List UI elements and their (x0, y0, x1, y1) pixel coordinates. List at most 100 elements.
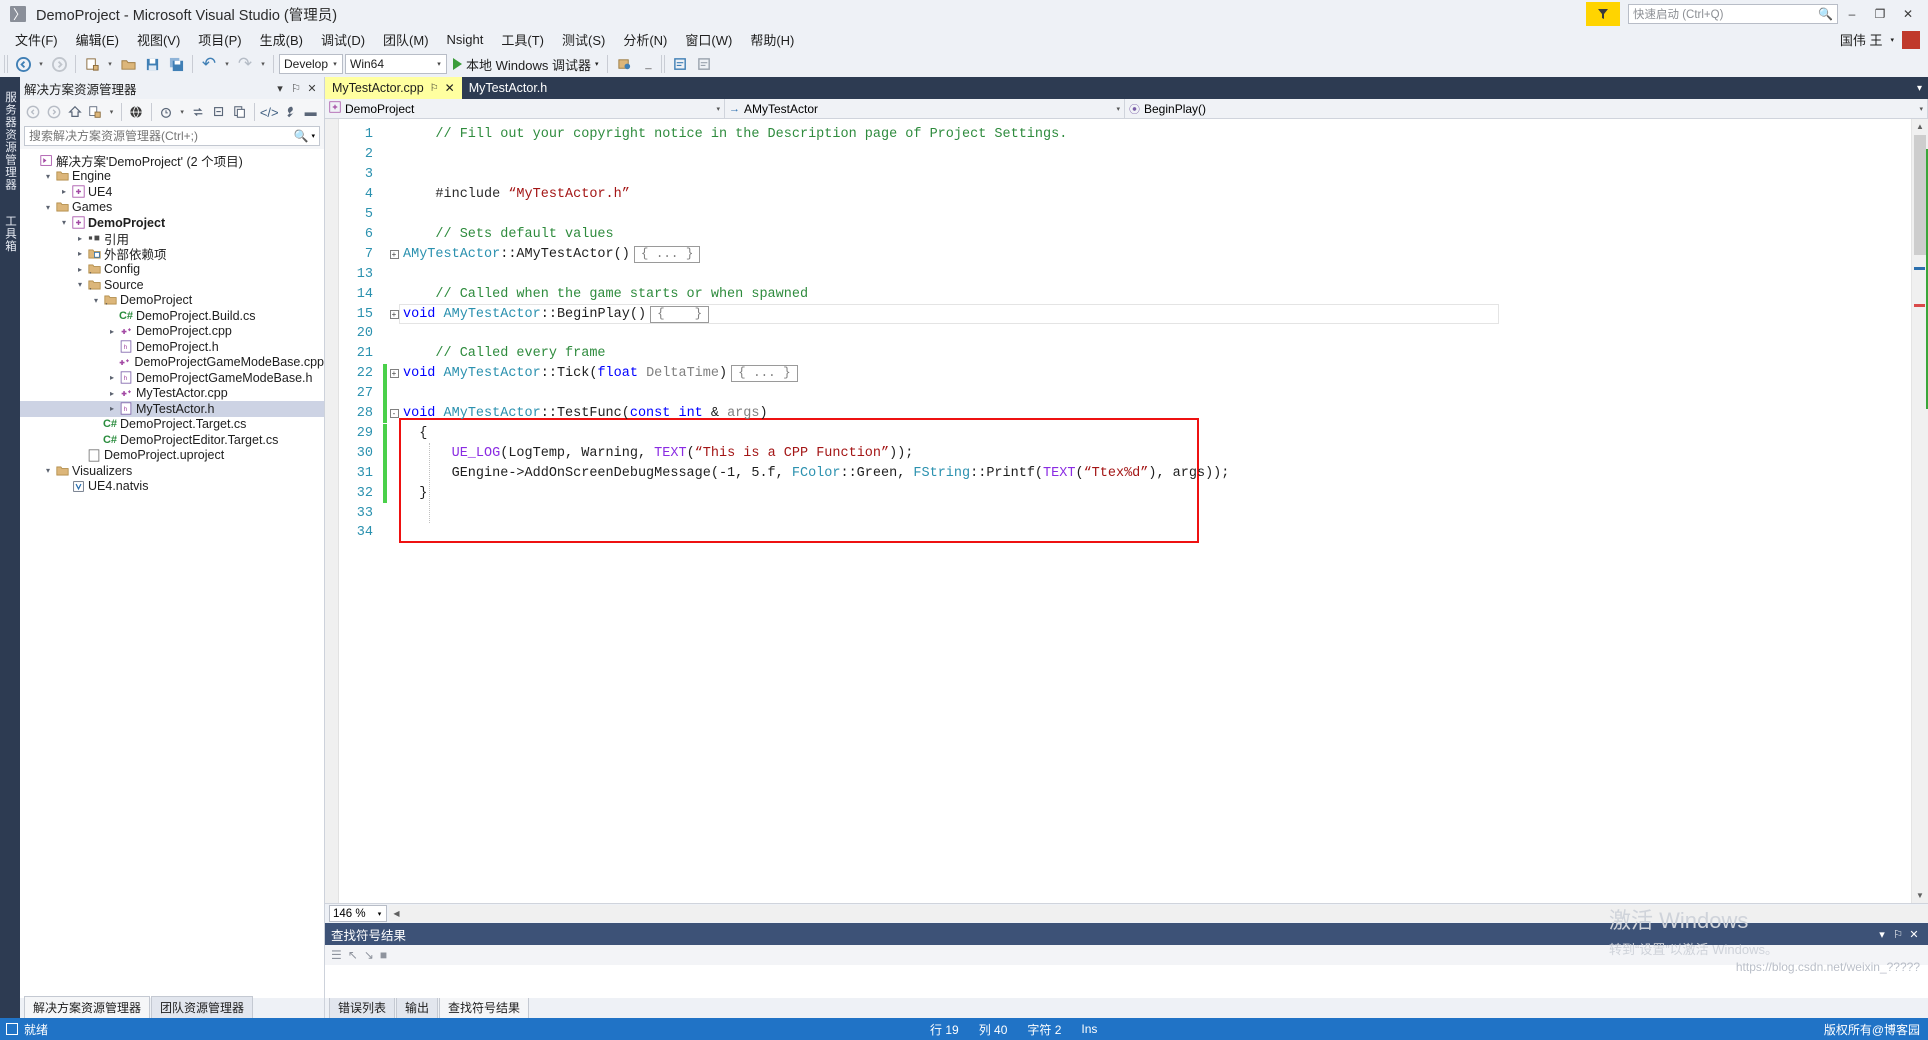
chevron-down-icon[interactable]: ▾ (311, 132, 315, 140)
list-icon[interactable]: ☰ (331, 948, 342, 962)
expander-open-icon[interactable]: ▾ (42, 172, 54, 181)
scroll-down-icon[interactable]: ▼ (1912, 888, 1928, 903)
scroll-up-icon[interactable]: ▲ (1912, 119, 1928, 134)
redo-dropdown-icon[interactable]: ▾ (258, 60, 268, 68)
tab-mytestactor-cpp[interactable]: MyTestActor.cpp ⚐ ✕ (325, 77, 462, 99)
navbar-member-dropdown[interactable]: ⦿ BeginPlay() ▾ (1125, 99, 1928, 118)
tree-item[interactable]: ▸ DemoProject.cpp (20, 324, 324, 340)
prev-result-icon[interactable]: ↖ (348, 948, 358, 962)
menu-tools[interactable]: 工具(T) (492, 28, 553, 51)
sync-with-active-document-icon[interactable] (86, 102, 105, 122)
tree-item[interactable]: h DemoProject.h (20, 339, 324, 355)
open-file-icon[interactable] (117, 53, 139, 75)
tree-item[interactable]: DemoProjectGameModeBase.cpp (20, 355, 324, 371)
tree-item[interactable]: ▾ Visualizers (20, 463, 324, 479)
expander-open-icon[interactable]: ▾ (42, 466, 54, 475)
code-line[interactable]: 22 + void AMyTestActor::Tick(float DeltaTi… (339, 363, 1911, 384)
expander-closed-icon[interactable]: ▸ (106, 373, 118, 382)
tree-item[interactable]: ▸ 引用 (20, 231, 324, 247)
expander-open-icon[interactable]: ▾ (42, 203, 54, 212)
pin-icon[interactable]: ⚐ (430, 83, 439, 94)
preview-icon[interactable]: ▬ (301, 102, 320, 122)
solution-tree[interactable]: 解决方案'DemoProject' (2 个项目) ▾ Engine ▸ UE4 ▾ Gam… (20, 149, 324, 998)
refresh-icon[interactable] (189, 102, 208, 122)
code-line[interactable]: 1 // Fill out your copyright notice in t… (339, 125, 1911, 145)
expander-closed-icon[interactable]: ▸ (74, 265, 86, 274)
tree-item[interactable]: ▸ 外部依赖项 (20, 246, 324, 262)
pending-changes-filter-icon[interactable] (157, 102, 176, 122)
expander-closed-icon[interactable]: ▸ (74, 234, 86, 243)
tab-mytestactor-h[interactable]: MyTestActor.h (461, 77, 555, 99)
code-line[interactable]: 2 (339, 145, 1911, 165)
magnifier-icon[interactable]: 🔍 (294, 129, 309, 143)
code-line[interactable]: 28 - void AMyTestActor::TestFunc(const int… (339, 403, 1911, 424)
menu-project[interactable]: 项目(P) (189, 28, 250, 51)
tree-item[interactable]: ▸ h MyTestActor.h (20, 401, 324, 417)
pin-icon[interactable]: ⚐ (1890, 928, 1906, 941)
close-icon[interactable]: ✕ (304, 82, 320, 95)
expander-closed-icon[interactable]: ▸ (106, 327, 118, 336)
code-line[interactable]: 4 #include “MyTestActor.h” (339, 185, 1911, 205)
code-surface[interactable]: 1 // Fill out your copyright notice in t… (339, 119, 1911, 903)
expander-open-icon[interactable]: ▾ (58, 218, 70, 227)
next-result-icon[interactable]: ↘ (364, 948, 374, 962)
server-explorer-vertical-tab[interactable]: 服务器资源管理器 (0, 85, 20, 197)
solution-platform-dropdown[interactable]: Win64 ▾ (345, 54, 447, 74)
close-button[interactable]: ✕ (1894, 1, 1922, 27)
tree-item[interactable]: ▾ DemoProject (20, 215, 324, 231)
navigate-backward-dropdown-icon[interactable]: ▾ (36, 60, 46, 68)
close-icon[interactable]: ✕ (1906, 928, 1922, 941)
tree-item[interactable]: ▸ Config (20, 262, 324, 278)
account-name[interactable]: 国伟 王 (1840, 30, 1883, 49)
menu-view[interactable]: 视图(V) (128, 28, 189, 51)
properties-wrench-icon[interactable] (281, 102, 300, 122)
navigate-forward-icon[interactable] (48, 53, 70, 75)
search-input[interactable] (29, 129, 294, 143)
attach-to-process-icon[interactable] (613, 53, 635, 75)
collapsed-region-box[interactable]: { ... } (633, 245, 701, 263)
code-line[interactable]: 5 (339, 205, 1911, 225)
expand-region-icon[interactable]: + (387, 369, 401, 379)
code-line[interactable]: 6 // Sets default values (339, 225, 1911, 245)
expander-closed-icon[interactable]: ▸ (106, 389, 118, 398)
code-line[interactable]: 14 // Called when the game starts or whe… (339, 284, 1911, 304)
home-icon[interactable] (65, 102, 84, 122)
expand-region-icon[interactable]: + (387, 249, 401, 259)
more-toolbar-icon[interactable]: _ (637, 53, 659, 75)
tree-item[interactable]: C# DemoProject.Target.cs (20, 417, 324, 433)
tree-item[interactable]: ▸ UE4 (20, 184, 324, 200)
tree-item[interactable]: C# DemoProjectEditor.Target.cs (20, 432, 324, 448)
save-icon[interactable] (141, 53, 163, 75)
close-icon[interactable]: ✕ (445, 81, 455, 95)
navbar-class-dropdown[interactable]: → AMyTestActor ▾ (725, 99, 1125, 118)
menu-nsight[interactable]: Nsight (438, 30, 493, 49)
indicator-margin[interactable] (325, 119, 339, 903)
code-line[interactable]: 30 UE_LOG(LogTemp, Warning, TEXT(“This i… (339, 443, 1911, 464)
solution-explorer-search[interactable]: 🔍 ▾ (24, 126, 320, 146)
collapse-region-icon[interactable]: - (387, 409, 401, 419)
expander-open-icon[interactable]: ▾ (74, 280, 86, 289)
collapse-all-icon[interactable] (209, 102, 228, 122)
scroll-left-icon[interactable]: ◀ (389, 909, 404, 918)
menu-analyze[interactable]: 分析(N) (614, 28, 676, 51)
scrollbar-thumb[interactable] (1914, 135, 1926, 255)
menu-build[interactable]: 生成(B) (251, 28, 312, 51)
code-line[interactable]: 20 (339, 324, 1911, 344)
new-project-icon[interactable] (81, 53, 103, 75)
code-line[interactable]: 31 GEngine->AddOnScreenDebugMessage(-1, … (339, 463, 1911, 484)
zoom-level-dropdown[interactable]: 146 % ▾ (329, 905, 387, 922)
expander-closed-icon[interactable]: ▸ (106, 404, 118, 413)
tree-item[interactable]: UE4.natvis (20, 479, 324, 495)
code-line[interactable]: 34 (339, 523, 1911, 543)
code-line[interactable]: 27 (339, 383, 1911, 404)
navbar-project-dropdown[interactable]: DemoProject ▾ (325, 99, 725, 118)
tree-item[interactable]: DemoProject.uproject (20, 448, 324, 464)
maximize-button[interactable]: ❐ (1866, 1, 1894, 27)
tabstrip-overflow-icon[interactable]: ▾ (1917, 77, 1928, 99)
expander-closed-icon[interactable]: ▸ (58, 187, 70, 196)
menu-file[interactable]: 文件(F) (6, 28, 67, 51)
undo-dropdown-icon[interactable]: ▾ (222, 60, 232, 68)
code-line[interactable]: 32 } (339, 483, 1911, 504)
tree-item[interactable]: ▾ Source (20, 277, 324, 293)
chevron-down-icon[interactable]: ▾ (1890, 36, 1894, 44)
